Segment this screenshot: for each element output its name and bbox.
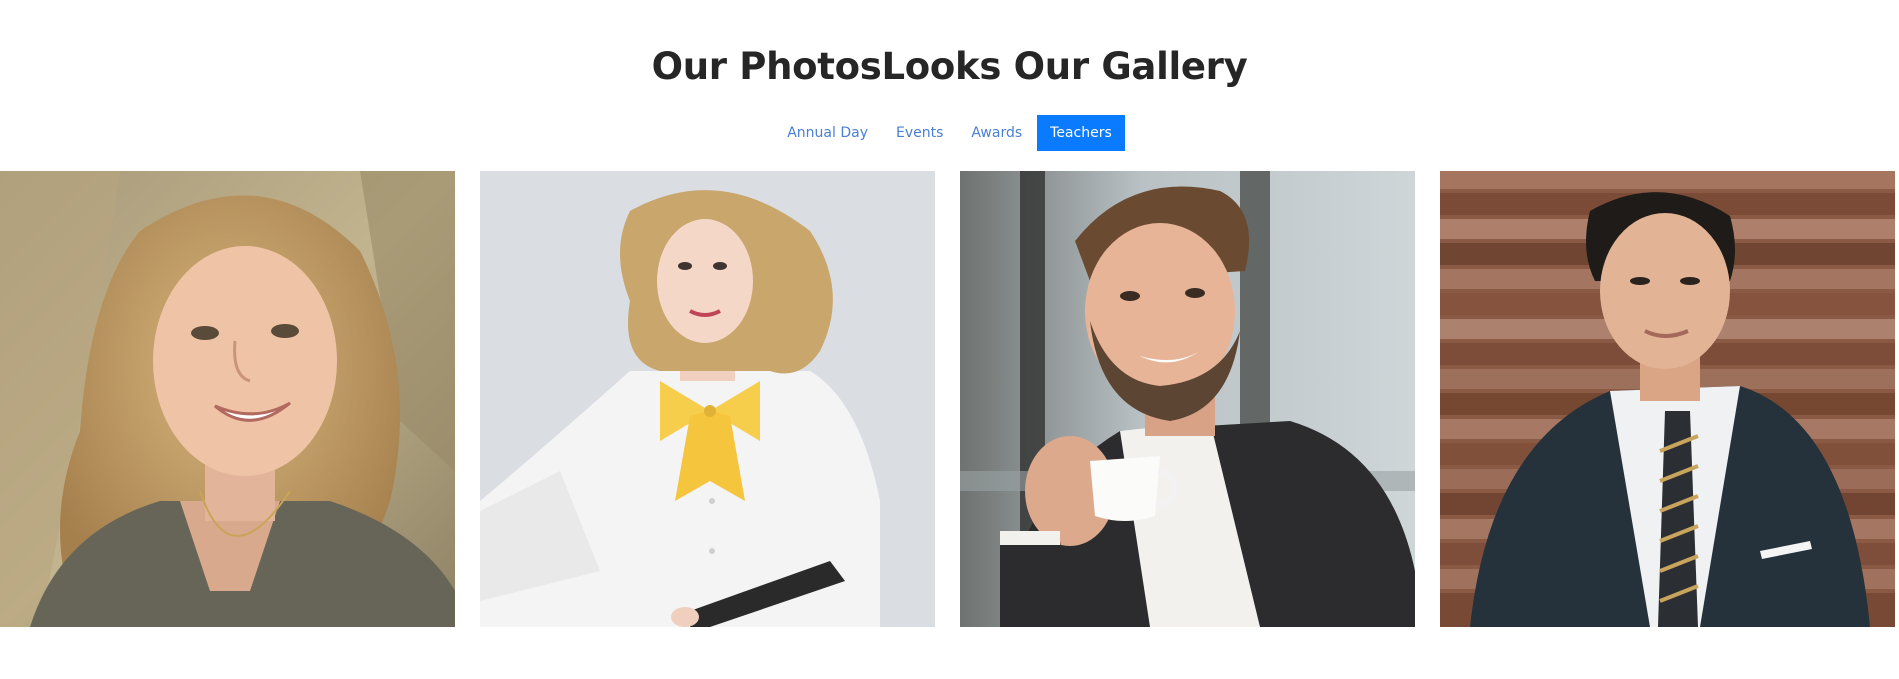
gallery-section: Our PhotosLooks Our Gallery Annual Day E… [0, 0, 1899, 679]
gallery-photo-1[interactable] [0, 171, 455, 627]
gallery-title: Our PhotosLooks Our Gallery [651, 45, 1248, 88]
gallery-photo-4[interactable] [1440, 171, 1895, 627]
gallery-photo-3[interactable] [960, 171, 1415, 627]
photo-man-coffee [960, 171, 1415, 627]
gallery-photo-2[interactable] [480, 171, 935, 627]
filter-teachers[interactable]: Teachers [1037, 115, 1125, 151]
filter-awards[interactable]: Awards [958, 115, 1035, 151]
gallery-photo-grid [0, 171, 1899, 627]
filter-annual-day[interactable]: Annual Day [774, 115, 881, 151]
photo-woman-bowtie [480, 171, 935, 627]
photo-woman-blonde [0, 171, 455, 627]
photo-man-suit [1440, 171, 1895, 627]
filter-events[interactable]: Events [883, 115, 956, 151]
gallery-filter-tabs: Annual Day Events Awards Teachers [0, 115, 1899, 151]
